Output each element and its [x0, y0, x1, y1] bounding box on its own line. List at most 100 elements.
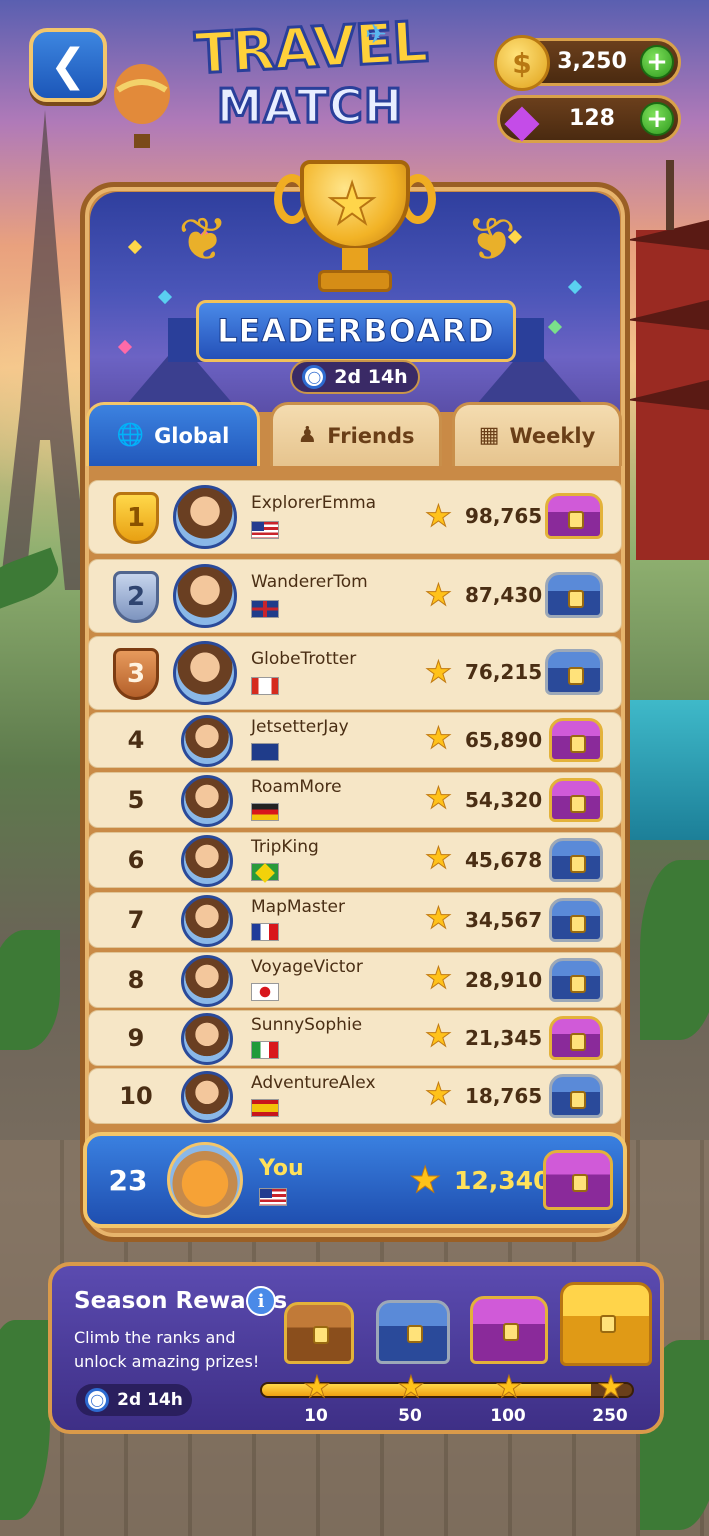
avatar	[173, 564, 237, 628]
info-button[interactable]: i	[246, 1286, 276, 1316]
clock-icon: ◯	[85, 1388, 110, 1412]
milestone-label: 250	[592, 1406, 628, 1426]
calendar-icon: ▦	[478, 423, 500, 448]
season-timer: ◯ 2d 14h	[76, 1384, 192, 1416]
leaderboard-row[interactable]: 6 TripKing ★ 45,678	[88, 832, 622, 888]
star-icon: ★	[425, 901, 453, 937]
avatar	[181, 835, 233, 887]
confetti	[547, 319, 563, 335]
player-score: 21,345	[465, 1026, 543, 1050]
rank-number: 5	[127, 786, 145, 814]
bush	[640, 860, 709, 1040]
player-name: ExplorerEmma	[251, 493, 377, 513]
star-icon: ★	[425, 1077, 453, 1113]
avatar	[181, 955, 233, 1007]
chest-purple-icon	[545, 493, 603, 539]
add-coins-button[interactable]: +	[640, 45, 674, 79]
game-logo: TRAVEL MATCH	[192, 8, 430, 133]
avatar	[181, 895, 233, 947]
hot-air-balloon	[114, 64, 170, 148]
milestone-star-icon: ★	[495, 1370, 523, 1406]
flag-au-icon	[251, 743, 279, 761]
chest-blue-icon	[545, 572, 603, 618]
player-score: 34,567	[465, 908, 543, 932]
leaderboard-ribbon: LEADERBOARD	[168, 300, 544, 362]
leaderboard-row[interactable]: 4 JetsetterJay ★ 65,890	[88, 712, 622, 768]
star-icon: ★	[425, 578, 453, 614]
player-score: 65,890	[465, 728, 543, 752]
chest-blue-icon	[549, 838, 603, 882]
tab-weekly[interactable]: ▦ Weekly	[452, 402, 622, 466]
gem-icon: ◆	[504, 93, 540, 147]
leaderboard-row[interactable]: 10 AdventureAlex ★ 18,765	[88, 1068, 622, 1124]
player-score: 18,765	[465, 1084, 543, 1108]
tab-global[interactable]: 🌐 Global	[86, 402, 260, 466]
chest-purple-icon	[543, 1150, 613, 1210]
player-name: JetsetterJay	[251, 717, 349, 737]
star-icon: ★	[425, 1019, 453, 1055]
chest-purple-icon	[470, 1296, 548, 1364]
eiffel-tower	[0, 110, 90, 590]
arrow-left-icon: ❮	[49, 39, 87, 91]
flag-us-icon	[251, 521, 279, 539]
current-player-row[interactable]: 23 You ★ 12,340	[83, 1132, 627, 1228]
flag-fr-icon	[251, 923, 279, 941]
star-icon: ★	[425, 655, 453, 691]
trophy-icon: ★	[274, 160, 436, 310]
leaderboard-row[interactable]: 2 WandererTom ★ 87,430	[88, 559, 622, 633]
pagoda	[626, 160, 709, 560]
clock-icon: ◯	[302, 365, 327, 389]
flag-de-icon	[251, 803, 279, 821]
add-gems-button[interactable]: +	[640, 102, 674, 136]
gem-count: 128	[569, 106, 615, 131]
confetti	[127, 239, 143, 255]
player-avatar	[167, 1142, 243, 1218]
leaderboard-row[interactable]: 9 SunnySophie ★ 21,345	[88, 1010, 622, 1066]
player-name: MapMaster	[251, 897, 345, 917]
coin-count: 3,250	[557, 49, 627, 74]
star-icon: ★	[425, 499, 453, 535]
chest-purple-icon	[549, 718, 603, 762]
flag-us-icon	[259, 1188, 287, 1206]
chest-blue-icon	[549, 898, 603, 942]
star-icon: ★	[425, 721, 453, 757]
milestone-label: 50	[398, 1406, 422, 1426]
flag-es-icon	[251, 1099, 279, 1117]
season-rewards-description: Climb the ranks and unlock amazing prize…	[74, 1328, 260, 1371]
bush	[0, 930, 60, 1050]
player-name: You	[259, 1156, 304, 1181]
season-timer: ◯ 2d 14h	[290, 360, 420, 394]
flag-br-icon	[251, 863, 279, 881]
player-name: SunnySophie	[251, 1015, 363, 1035]
star-icon: ★	[425, 961, 453, 997]
leaderboard-row[interactable]: 1 ExplorerEmma ★ 98,765	[88, 480, 622, 554]
chest-gold-icon	[560, 1282, 652, 1366]
rank-number: 10	[119, 1082, 153, 1110]
chest-blue-icon	[549, 1074, 603, 1118]
confetti	[567, 279, 583, 295]
airplane-icon: ✈	[365, 20, 387, 50]
gem-balance: ◆ 128 +	[497, 93, 681, 147]
globe-icon: 🌐	[116, 423, 145, 448]
tab-friends[interactable]: ♟ Friends	[270, 402, 442, 466]
leaderboard-row[interactable]: 8 VoyageVictor ★ 28,910	[88, 952, 622, 1008]
chest-blue-icon	[545, 649, 603, 695]
laurel-right-icon: ❦	[466, 205, 517, 275]
laurel-left-icon: ❦	[178, 205, 229, 275]
chest-blue-icon	[549, 958, 603, 1002]
flag-uk-icon	[251, 600, 279, 618]
player-score: 54,320	[465, 788, 543, 812]
leaderboard-row[interactable]: 3 GlobeTrotter ★ 76,215	[88, 636, 622, 710]
flag-ca-icon	[251, 677, 279, 695]
rank-gold-badge: 1	[113, 492, 159, 544]
player-score: 87,430	[465, 583, 543, 607]
leaderboard-row[interactable]: 5 RoamMore ★ 54,320	[88, 772, 622, 828]
back-button[interactable]: ❮	[29, 28, 107, 102]
player-score: 28,910	[465, 968, 543, 992]
star-icon: ★	[425, 781, 453, 817]
star-icon: ★	[408, 1160, 442, 1202]
player-score: 45,678	[465, 848, 543, 872]
rank-number: 4	[127, 726, 145, 754]
leaderboard-row[interactable]: 7 MapMaster ★ 34,567	[88, 892, 622, 948]
timer-text: 2d 14h	[117, 1390, 183, 1410]
